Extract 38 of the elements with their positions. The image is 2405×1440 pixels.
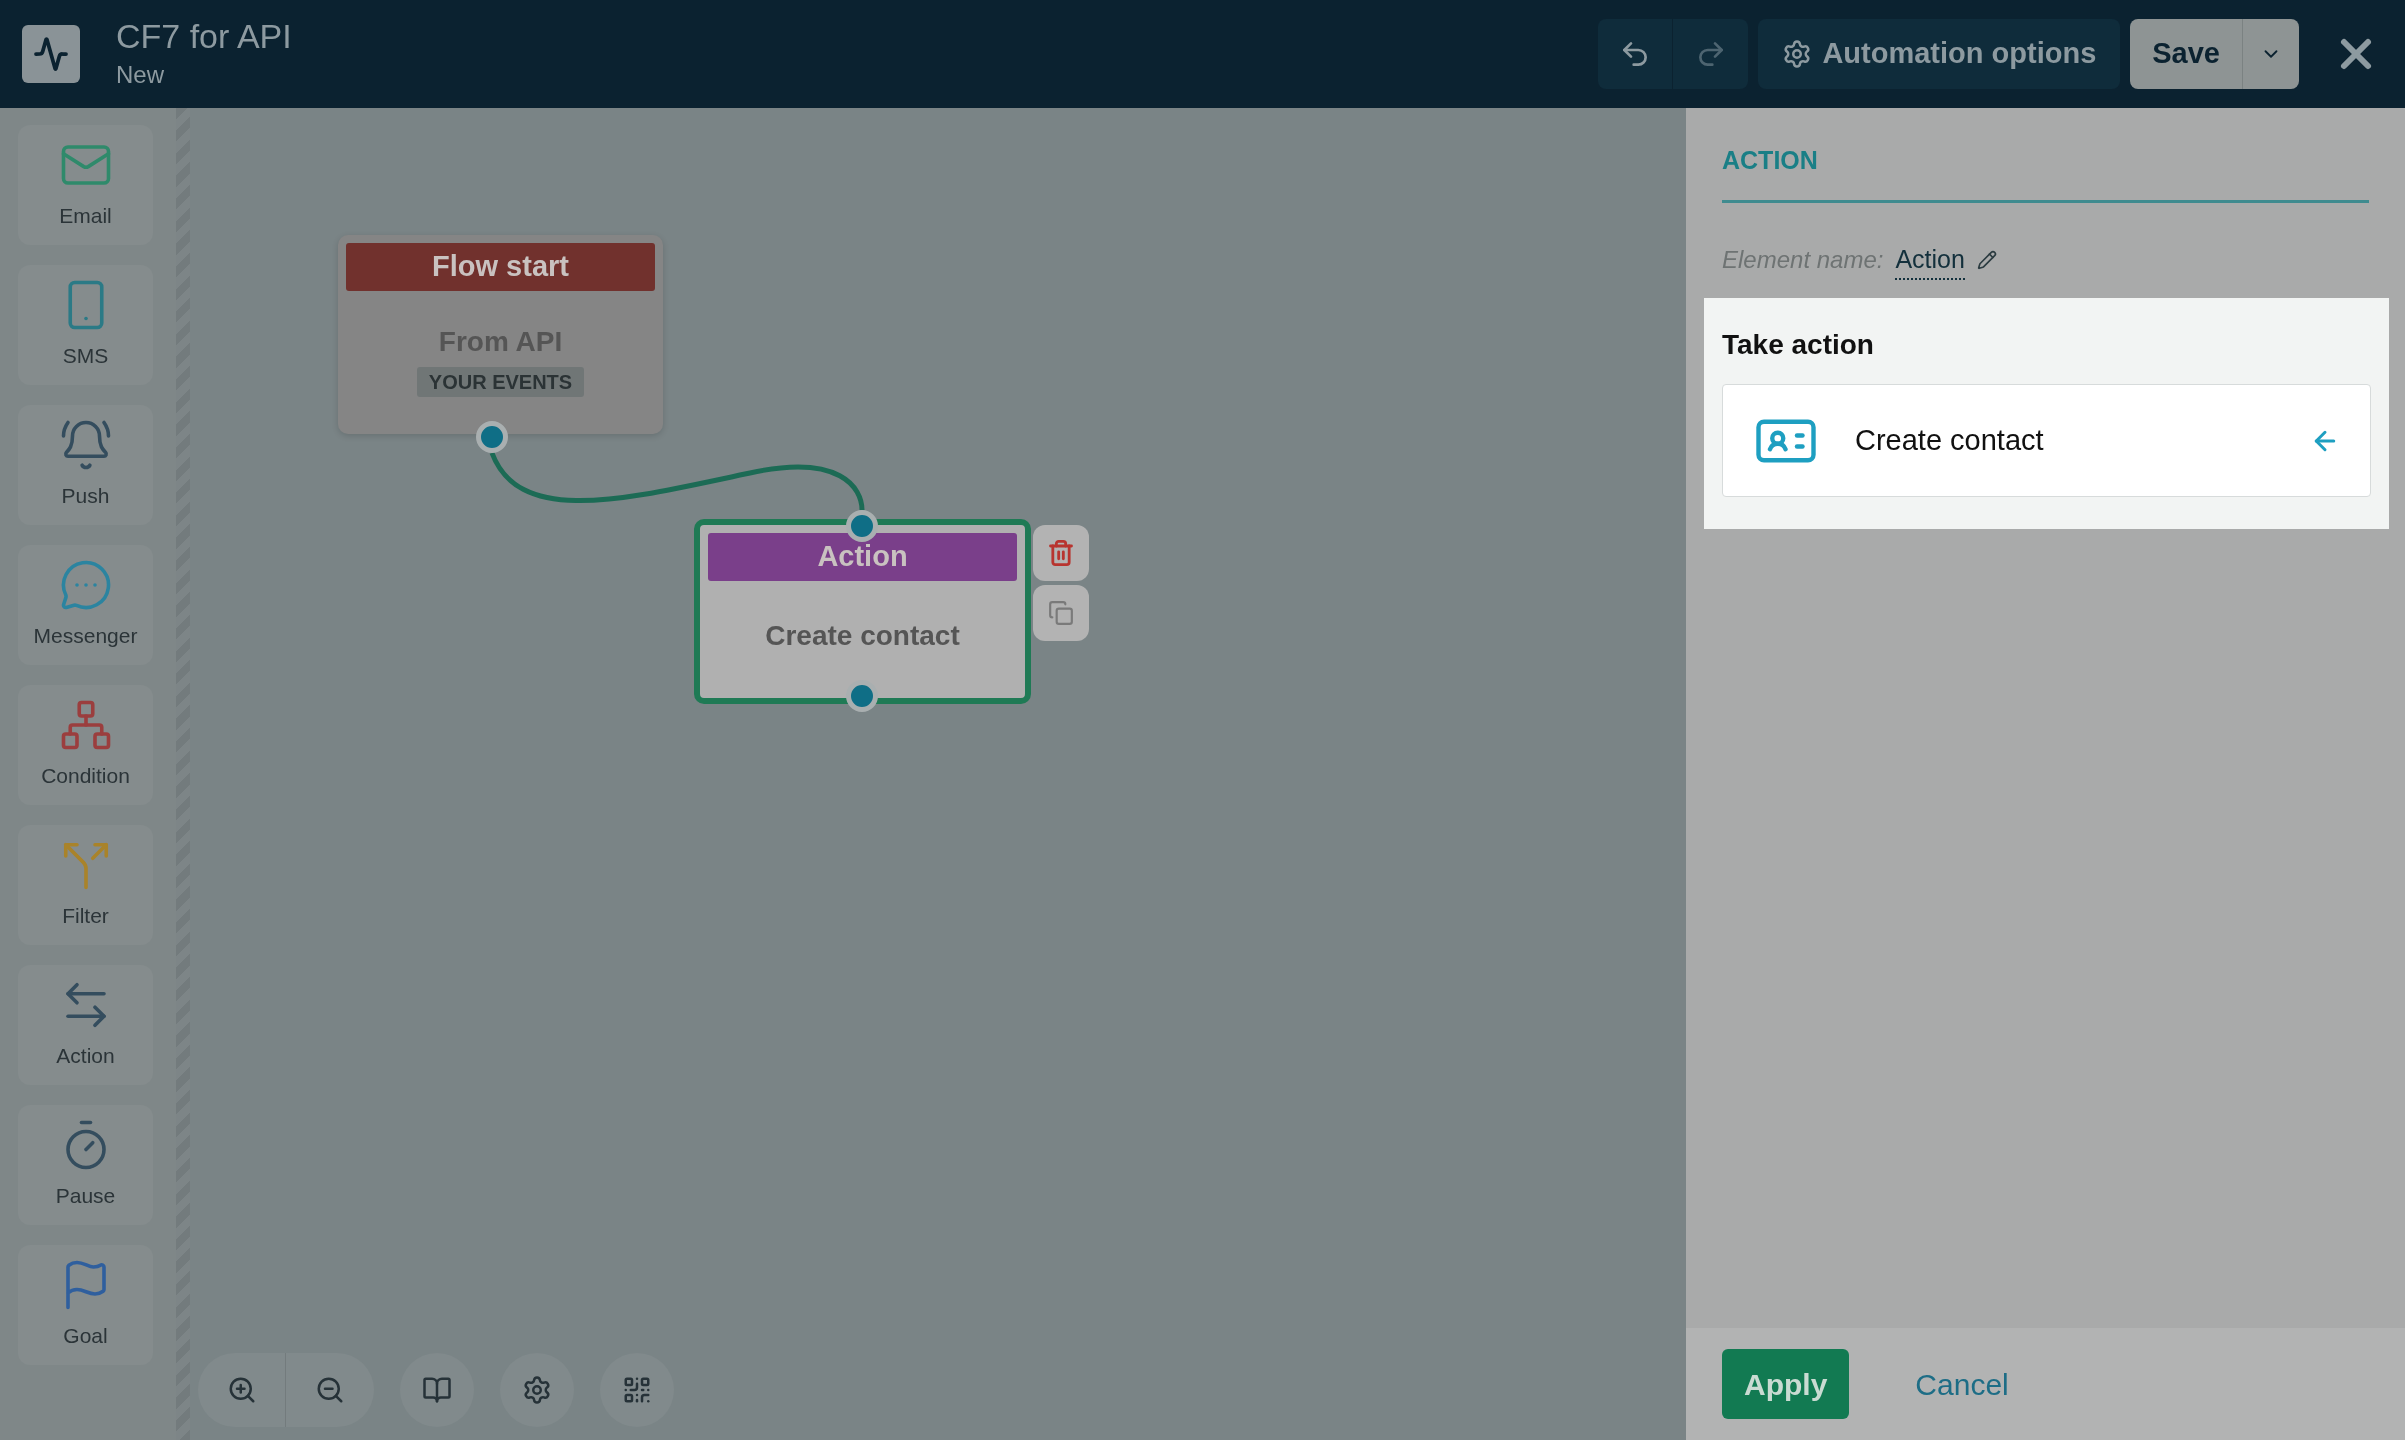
pencil-icon[interactable] <box>1976 250 1997 271</box>
connection-port[interactable] <box>476 421 508 453</box>
automation-status: New <box>116 60 165 90</box>
element-name[interactable]: Action <box>1895 240 1965 280</box>
grid-icon <box>622 1375 652 1405</box>
palette-item[interactable]: Email <box>18 125 153 245</box>
palette-item[interactable]: Push <box>18 405 153 525</box>
event-tag: YOUR EVENTS <box>416 366 585 397</box>
zoom-out-icon <box>315 1375 345 1405</box>
connection-port[interactable] <box>846 510 878 542</box>
action-choice[interactable]: Create contact <box>1722 384 2371 497</box>
connection-port[interactable] <box>846 680 878 712</box>
node-header: Action <box>708 533 1017 581</box>
logo-icon <box>22 25 80 83</box>
palette-item[interactable]: Condition <box>18 685 153 805</box>
copy-icon <box>1048 600 1074 626</box>
node-header: Flow start <box>346 243 655 291</box>
node-label: Create contact <box>765 618 960 653</box>
field-label: Element name: <box>1722 245 1884 276</box>
palette-item[interactable]: Filter <box>18 825 153 945</box>
duplicate-button[interactable] <box>1033 585 1089 641</box>
apply-button[interactable]: Apply <box>1722 1349 1850 1419</box>
delete-button[interactable] <box>1033 525 1089 581</box>
section-title: Take action <box>1722 328 1875 362</box>
palette-item[interactable]: Goal <box>18 1245 153 1365</box>
palette-item[interactable]: Messenger <box>18 545 153 665</box>
palette-item[interactable]: Pause <box>18 1105 153 1225</box>
trash-icon <box>1047 539 1075 567</box>
palette-item[interactable]: SMS <box>18 265 153 385</box>
settings-icon <box>1782 39 1813 69</box>
automation-title: CF7 for API <box>116 16 292 57</box>
flow-node[interactable]: Action Create contact <box>694 519 1031 704</box>
book-icon <box>422 1375 452 1405</box>
palette-item[interactable]: Action <box>18 965 153 1085</box>
settings-icon <box>522 1375 552 1405</box>
cancel-button[interactable]: Cancel <box>1915 1361 2009 1407</box>
automation-options-button[interactable]: Automation options <box>1758 19 2121 89</box>
panel-title: ACTION <box>1722 142 2369 203</box>
